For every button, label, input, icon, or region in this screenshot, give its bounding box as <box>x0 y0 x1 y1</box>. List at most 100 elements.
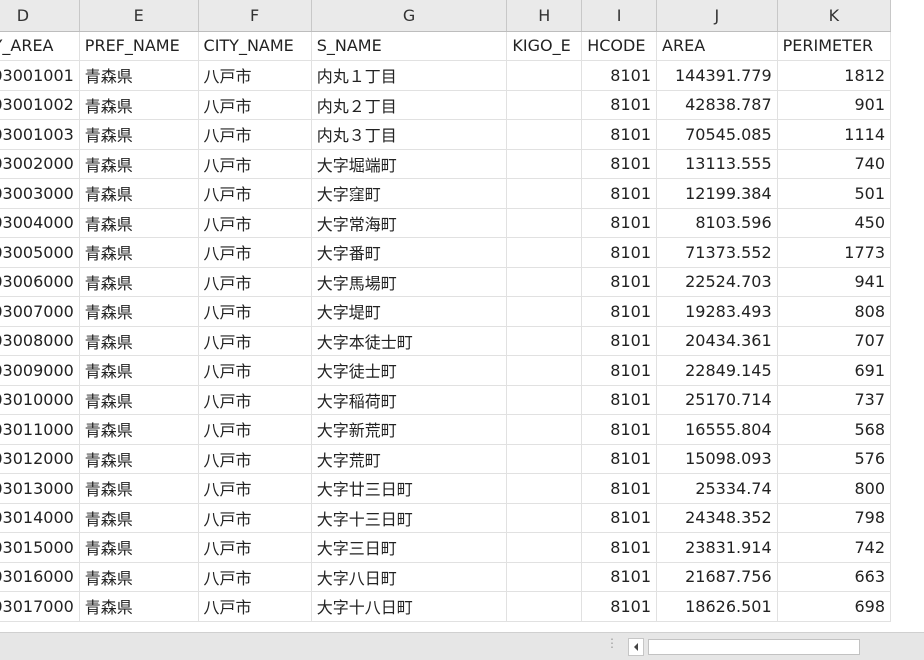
cell[interactable] <box>506 178 583 209</box>
cell[interactable]: 青森県 <box>79 414 199 445</box>
column-header-h[interactable]: H <box>506 0 583 32</box>
cell[interactable] <box>506 208 583 238</box>
cell[interactable]: 青森県 <box>79 385 199 415</box>
cell[interactable]: 2203017000 <box>0 591 80 622</box>
cell[interactable]: 八戸市 <box>198 444 312 474</box>
cell[interactable]: 青森県 <box>79 208 199 238</box>
cell[interactable]: 737 <box>777 385 892 415</box>
cell[interactable]: 八戸市 <box>198 385 312 415</box>
column-header-j[interactable]: J <box>656 0 778 32</box>
cell[interactable]: 2203016000 <box>0 562 80 592</box>
cell[interactable]: 2203015000 <box>0 532 80 563</box>
cell[interactable]: 大字常海町 <box>311 208 508 238</box>
cell[interactable]: 青森県 <box>79 149 199 179</box>
cell[interactable] <box>506 532 583 563</box>
cell[interactable] <box>506 562 583 592</box>
cell[interactable] <box>506 326 583 356</box>
cell[interactable]: 内丸１丁目 <box>311 60 508 91</box>
cell[interactable]: 大字十三日町 <box>311 503 508 533</box>
cell[interactable]: 八戸市 <box>198 473 312 504</box>
scrollbar-thumb[interactable] <box>648 639 860 655</box>
cell[interactable]: 青森県 <box>79 326 199 356</box>
cell[interactable] <box>506 296 583 327</box>
cell[interactable]: 691 <box>777 355 892 386</box>
cell[interactable]: 740 <box>777 149 892 179</box>
cell[interactable]: 663 <box>777 562 892 592</box>
cell[interactable]: 8101 <box>581 355 658 386</box>
cell[interactable]: 青森県 <box>79 267 199 297</box>
cell[interactable]: 2203008000 <box>0 326 80 356</box>
cell[interactable]: 青森県 <box>79 119 199 150</box>
cell[interactable]: 8101 <box>581 60 658 91</box>
cell[interactable]: 大字廿三日町 <box>311 473 508 504</box>
cell[interactable] <box>506 355 583 386</box>
cell[interactable]: 450 <box>777 208 892 238</box>
cell[interactable]: 大字本徒士町 <box>311 326 508 356</box>
cell[interactable]: 大字堤町 <box>311 296 508 327</box>
cell[interactable]: 大字馬場町 <box>311 267 508 297</box>
cell[interactable]: 18626.501 <box>656 591 778 622</box>
cell[interactable]: 八戸市 <box>198 562 312 592</box>
cell[interactable] <box>506 444 583 474</box>
cell[interactable]: 青森県 <box>79 90 199 120</box>
cell[interactable]: 青森県 <box>79 237 199 268</box>
cell[interactable]: 70545.085 <box>656 119 778 150</box>
cell[interactable]: 2203006000 <box>0 267 80 297</box>
cell[interactable]: 青森県 <box>79 355 199 386</box>
cell[interactable]: 2203003000 <box>0 178 80 209</box>
cell[interactable]: 798 <box>777 503 892 533</box>
header-cell[interactable]: KIGO_E <box>506 31 583 61</box>
cell[interactable]: 大字堀端町 <box>311 149 508 179</box>
header-cell[interactable]: HCODE <box>581 31 658 61</box>
cell[interactable]: 707 <box>777 326 892 356</box>
cell[interactable]: 大字八日町 <box>311 562 508 592</box>
cell[interactable]: 2203001003 <box>0 119 80 150</box>
cell[interactable]: 青森県 <box>79 473 199 504</box>
cell[interactable]: 青森県 <box>79 60 199 91</box>
cell[interactable]: 内丸２丁目 <box>311 90 508 120</box>
cell[interactable]: 8101 <box>581 444 658 474</box>
cell[interactable]: 22849.145 <box>656 355 778 386</box>
cell[interactable]: 八戸市 <box>198 414 312 445</box>
cell[interactable]: 8101 <box>581 473 658 504</box>
cell[interactable]: 698 <box>777 591 892 622</box>
cell[interactable]: 2203002000 <box>0 149 80 179</box>
cell[interactable]: 800 <box>777 473 892 504</box>
cell[interactable]: 8101 <box>581 208 658 238</box>
cell[interactable]: 青森県 <box>79 296 199 327</box>
cell[interactable]: 21687.756 <box>656 562 778 592</box>
header-cell[interactable]: S_NAME <box>311 31 508 61</box>
cell[interactable]: 13113.555 <box>656 149 778 179</box>
cell[interactable] <box>506 119 583 150</box>
cell[interactable]: 2203011000 <box>0 414 80 445</box>
cell[interactable]: 8101 <box>581 503 658 533</box>
spreadsheet-grid[interactable]: DEFGHIJKKEY_AREAPREF_NAMECITY_NAMES_NAME… <box>0 0 924 632</box>
cell[interactable]: 576 <box>777 444 892 474</box>
cell[interactable]: 大字荒町 <box>311 444 508 474</box>
cell[interactable]: 2203010000 <box>0 385 80 415</box>
cell[interactable] <box>506 385 583 415</box>
cell[interactable]: 8101 <box>581 562 658 592</box>
cell[interactable]: 八戸市 <box>198 237 312 268</box>
cell[interactable] <box>506 267 583 297</box>
column-header-e[interactable]: E <box>79 0 199 32</box>
cell[interactable]: 八戸市 <box>198 591 312 622</box>
cell[interactable]: 2203001002 <box>0 90 80 120</box>
cell[interactable]: 八戸市 <box>198 326 312 356</box>
cell[interactable]: 2203012000 <box>0 444 80 474</box>
cell[interactable]: 青森県 <box>79 532 199 563</box>
cell[interactable]: 内丸３丁目 <box>311 119 508 150</box>
cell[interactable]: 8101 <box>581 385 658 415</box>
cell[interactable]: 青森県 <box>79 503 199 533</box>
cell[interactable]: 八戸市 <box>198 149 312 179</box>
cell[interactable] <box>506 503 583 533</box>
cell[interactable]: 8101 <box>581 414 658 445</box>
cell[interactable] <box>506 591 583 622</box>
cell[interactable]: 2203005000 <box>0 237 80 268</box>
cell[interactable]: 901 <box>777 90 892 120</box>
cell[interactable]: 25170.714 <box>656 385 778 415</box>
cell[interactable]: 16555.804 <box>656 414 778 445</box>
cell[interactable]: 8103.596 <box>656 208 778 238</box>
cell[interactable]: 12199.384 <box>656 178 778 209</box>
cell[interactable]: 501 <box>777 178 892 209</box>
